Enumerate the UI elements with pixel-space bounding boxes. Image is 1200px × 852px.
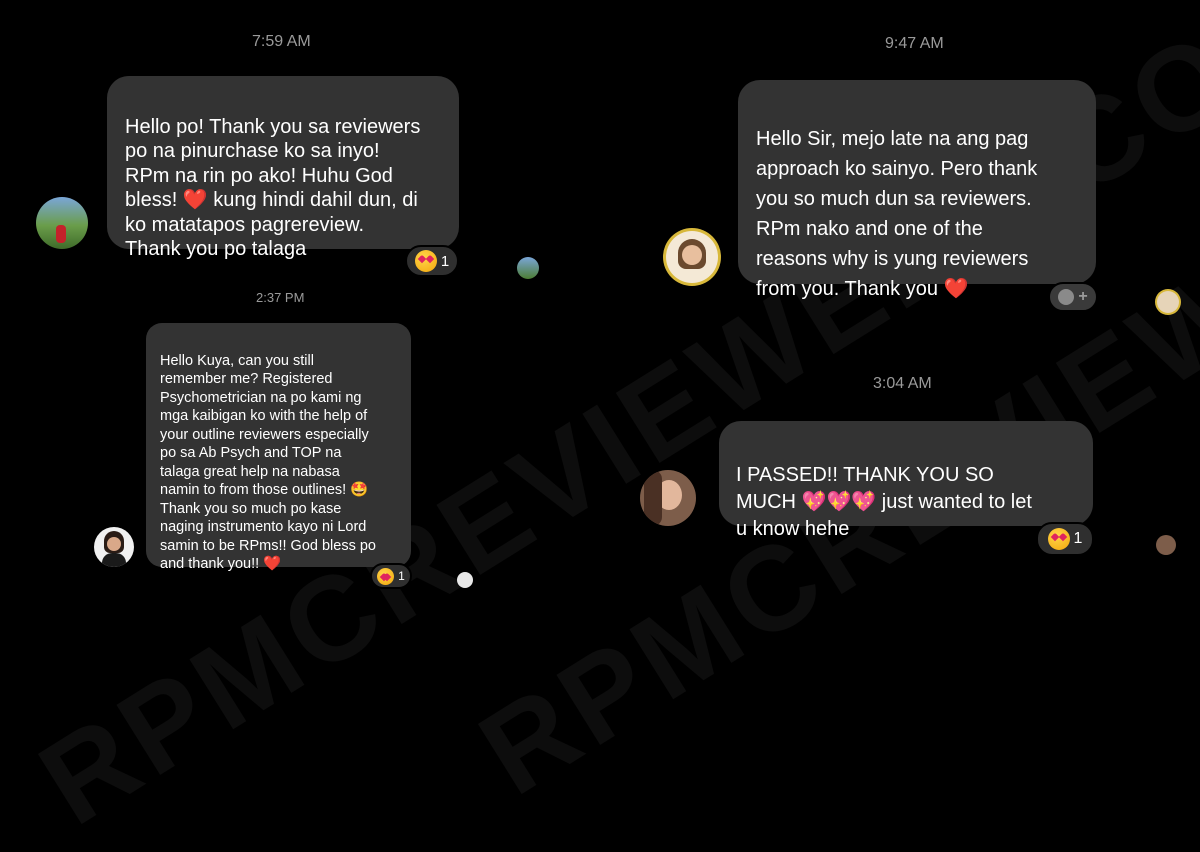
timestamp: 9:47 AM xyxy=(885,35,944,52)
message-bubble[interactable]: I PASSED!! THANK YOU SO MUCH 💖💖💖 just wa… xyxy=(719,421,1093,540)
timestamp: 2:37 PM xyxy=(256,290,305,305)
avatar[interactable] xyxy=(94,527,134,567)
read-receipt-avatar xyxy=(1156,535,1176,555)
avatar[interactable] xyxy=(666,231,718,283)
avatar[interactable] xyxy=(36,197,88,249)
smiley-icon xyxy=(1058,289,1075,305)
message-text: Hello Kuya, can you still remember me? R… xyxy=(160,352,376,573)
read-receipt-avatar xyxy=(1157,291,1179,313)
reaction-badge[interactable]: 1 xyxy=(370,563,412,589)
message-text: Hello Sir, mejo late na ang pag approach… xyxy=(756,128,1038,300)
reaction-count: 1 xyxy=(440,252,450,270)
timestamp: 7:59 AM xyxy=(252,33,311,50)
heart-eyes-emoji-icon xyxy=(414,250,437,272)
message-text: Hello po! Thank you sa reviewers po na p… xyxy=(125,115,421,261)
avatar[interactable] xyxy=(640,470,696,526)
add-reaction-button[interactable]: + xyxy=(1048,282,1098,312)
reaction-count: 1 xyxy=(398,569,405,583)
message-bubble[interactable]: Hello Sir, mejo late na ang pag approach… xyxy=(738,80,1096,300)
message-bubble[interactable]: Hello po! Thank you sa reviewers po na p… xyxy=(107,76,459,260)
message-bubble[interactable]: Hello Kuya, can you still remember me? R… xyxy=(146,323,411,572)
heart-eyes-emoji-icon xyxy=(377,567,395,585)
reaction-badge[interactable]: 1 xyxy=(405,245,459,277)
heart-eyes-emoji-icon xyxy=(1047,528,1070,550)
timestamp: 3:04 AM xyxy=(873,375,932,392)
read-receipt-avatar xyxy=(517,257,539,279)
reaction-count: 1 xyxy=(1073,530,1083,547)
plus-label: + xyxy=(1078,288,1088,305)
reaction-badge[interactable]: 1 xyxy=(1036,522,1094,556)
read-receipt-avatar xyxy=(457,572,473,588)
